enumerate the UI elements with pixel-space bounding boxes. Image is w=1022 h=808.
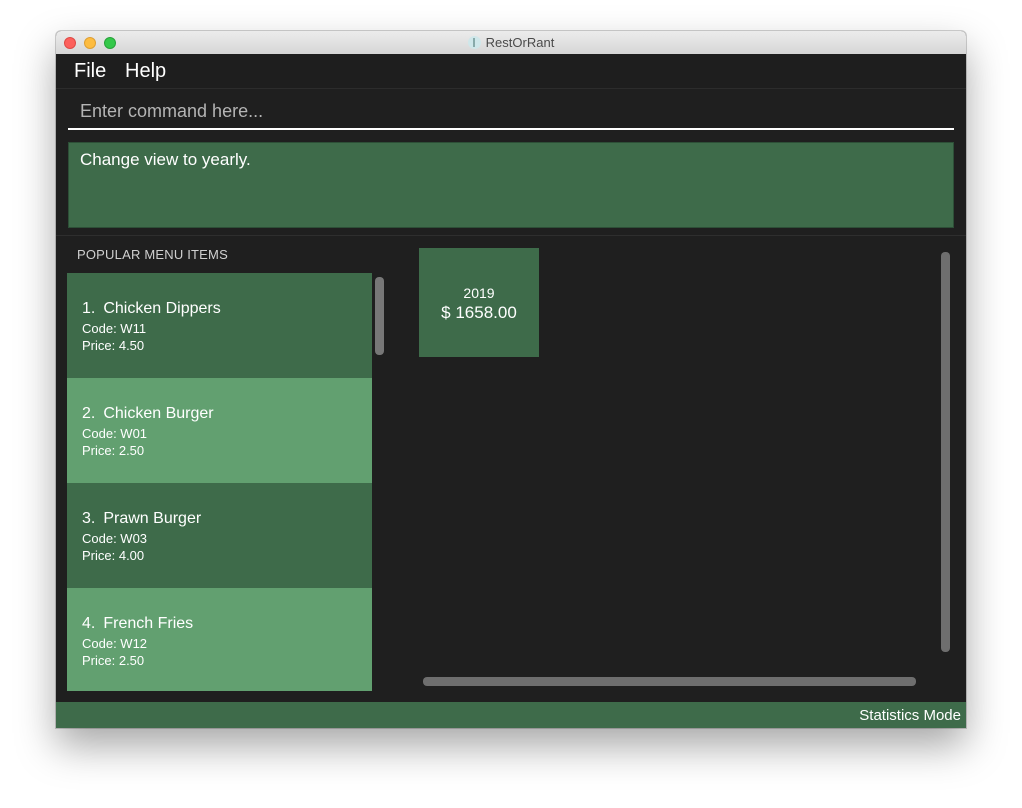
statistics-vertical-scrollbar[interactable] [941, 252, 950, 652]
item-name-line: 2. Chicken Burger [82, 405, 214, 423]
popular-menu-items-header: POPULAR MENU ITEMS [77, 247, 228, 262]
statistics-horizontal-scrollbar[interactable] [423, 677, 916, 686]
list-item[interactable]: 4. French Fries Code: W12 Price: 2.50 [67, 588, 372, 691]
item-code: Code: W03 [82, 531, 148, 546]
list-item[interactable]: 1. Chicken Dippers Code: W11 Price: 4.50 [67, 273, 372, 378]
list-item[interactable]: 3. Prawn Burger Code: W03 Price: 4.00 [67, 483, 372, 588]
app-icon [467, 36, 481, 49]
yearly-revenue-tile: 2019 $ 1658.00 [419, 248, 539, 357]
item-name: Chicken Burger [103, 405, 214, 422]
result-display: Change view to yearly. [68, 142, 954, 228]
item-name-line: 4. French Fries [82, 615, 193, 633]
item-code: Code: W12 [82, 636, 148, 651]
status-bar: Statistics Mode [56, 702, 966, 728]
item-name: Chicken Dippers [103, 300, 221, 317]
menu-file[interactable]: File [74, 60, 106, 83]
item-price: Price: 4.00 [82, 548, 145, 563]
window-title-area: RestOrRant [56, 35, 966, 50]
title-bar: RestOrRant [56, 31, 966, 55]
item-code: Code: W01 [82, 426, 148, 441]
menu-item-list[interactable]: 1. Chicken Dippers Code: W11 Price: 4.50 … [67, 273, 372, 691]
window-title: RestOrRant [485, 35, 555, 50]
item-name-line: 3. Prawn Burger [82, 510, 201, 528]
result-message: Change view to yearly. [80, 150, 251, 169]
menu-help[interactable]: Help [125, 60, 166, 83]
item-index: 3. [82, 510, 96, 527]
item-price: Price: 4.50 [82, 338, 145, 353]
app-window: RestOrRant File Help Change view to year… [56, 31, 966, 728]
stat-year: 2019 [463, 285, 495, 301]
stat-amount: $ 1658.00 [441, 303, 517, 322]
item-name-line: 1. Chicken Dippers [82, 300, 221, 318]
item-price: Price: 2.50 [82, 443, 145, 458]
panel-divider [56, 235, 966, 236]
item-name: Prawn Burger [103, 510, 202, 527]
status-mode: Statistics Mode [859, 707, 961, 724]
item-code: Code: W11 [82, 321, 147, 336]
menu-bar: File Help [56, 54, 966, 89]
item-name: French Fries [103, 615, 194, 632]
list-item[interactable]: 2. Chicken Burger Code: W01 Price: 2.50 [67, 378, 372, 483]
item-index: 2. [82, 405, 96, 422]
item-price: Price: 2.50 [82, 653, 145, 668]
command-input[interactable] [68, 97, 954, 125]
command-box [68, 97, 954, 130]
item-index: 4. [82, 615, 96, 632]
item-index: 1. [82, 300, 96, 317]
menu-list-scrollbar[interactable] [375, 277, 384, 355]
